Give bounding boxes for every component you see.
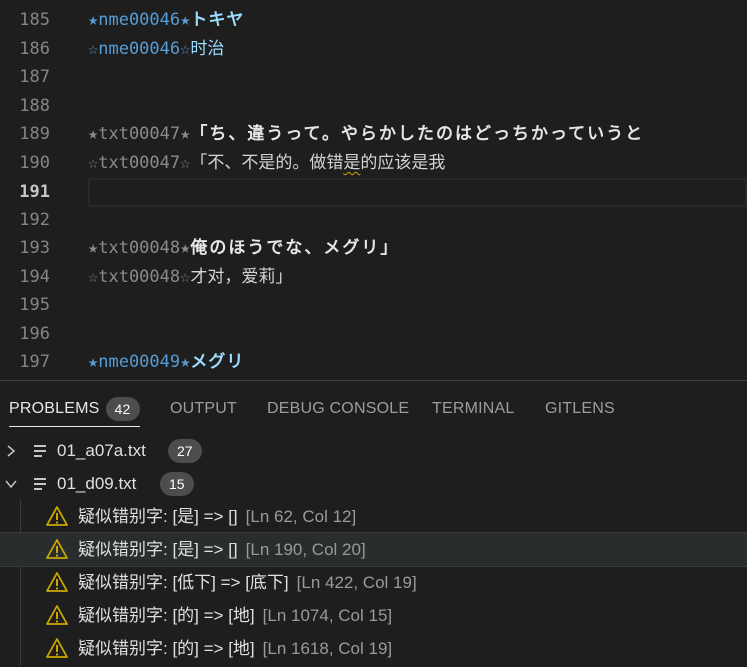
tab-gitlens[interactable]: GITLENS bbox=[545, 381, 615, 437]
tab-problems[interactable]: PROBLEMS 42 bbox=[9, 381, 140, 437]
problem-location: [Ln 422, Col 19] bbox=[296, 573, 417, 592]
problem-message: 疑似错别字: [是] => [] bbox=[78, 507, 238, 526]
chevron-down-icon[interactable] bbox=[4, 467, 18, 500]
problem-location: [Ln 190, Col 20] bbox=[245, 540, 366, 559]
spelling-squiggle: 是 bbox=[343, 153, 361, 173]
current-line-highlight bbox=[88, 178, 747, 207]
tab-debug-console[interactable]: DEBUG CONSOLE bbox=[267, 381, 409, 437]
problem-row[interactable]: 疑似错别字: [的] => [地] [Ln 1074, Col 15] bbox=[0, 599, 747, 632]
file-name: 01_d09.txt bbox=[57, 474, 137, 493]
line-number: 187 bbox=[19, 67, 50, 87]
line-number: 191 bbox=[19, 182, 50, 202]
problem-row[interactable]: 疑似错别字: [的] => [地] [Ln 1618, Col 19] bbox=[0, 632, 747, 665]
tab-output[interactable]: OUTPUT bbox=[170, 381, 237, 437]
line-content: ★nme00049★メグリ bbox=[88, 352, 245, 372]
line-number: 190 bbox=[19, 153, 50, 173]
line-number: 196 bbox=[19, 324, 50, 344]
code-line[interactable]: 196 bbox=[0, 320, 747, 349]
code-line[interactable]: 195 bbox=[0, 291, 747, 320]
warning-triangle-icon bbox=[46, 604, 68, 626]
code-line[interactable]: 194 ☆txt00048☆才对，爱莉」 bbox=[0, 263, 747, 292]
line-number: 189 bbox=[19, 124, 50, 144]
problem-row[interactable]: 疑似错别字: [是] => [] [Ln 62, Col 12] bbox=[0, 500, 747, 533]
problem-message: 疑似错别字: [是] => [] bbox=[78, 540, 238, 559]
line-number: 188 bbox=[19, 96, 50, 116]
file-name: 01_a07a.txt bbox=[57, 441, 146, 460]
file-lines-icon bbox=[34, 478, 46, 490]
line-number: 186 bbox=[19, 39, 50, 59]
file-lines-icon bbox=[34, 445, 46, 457]
chevron-right-icon[interactable] bbox=[4, 434, 18, 467]
problem-message: 疑似错别字: [低下] => [底下] bbox=[78, 573, 289, 592]
code-line[interactable]: 193 ★txt00048★俺のほうでな、メグリ」 bbox=[0, 234, 747, 263]
warning-triangle-icon bbox=[46, 538, 68, 560]
line-number: 185 bbox=[19, 10, 50, 30]
code-line[interactable]: 187 bbox=[0, 63, 747, 92]
problem-row[interactable]: 疑似错别字: [低下] => [底下] [Ln 422, Col 19] bbox=[0, 566, 747, 599]
problem-row[interactable]: 疑似错别字: [是] => [] [Ln 190, Col 20] bbox=[0, 532, 747, 567]
warning-triangle-icon bbox=[46, 571, 68, 593]
line-number: 195 bbox=[19, 295, 50, 315]
code-line[interactable]: 185 ★nme00046★トキヤ bbox=[0, 6, 747, 35]
line-content: ★txt00048★俺のほうでな、メグリ」 bbox=[88, 238, 400, 258]
line-content: ★txt00047★「ち、違うって。やらかしたのはどっちかっていうと bbox=[88, 124, 645, 144]
code-line[interactable]: 189 ★txt00047★「ち、違うって。やらかしたのはどっちかっていうと bbox=[0, 120, 747, 149]
line-number: 194 bbox=[19, 267, 50, 287]
editor[interactable]: 185 ★nme00046★トキヤ 186 ☆nme00046☆时治 187 1… bbox=[0, 0, 747, 380]
problem-location: [Ln 1618, Col 19] bbox=[262, 639, 393, 658]
problem-message: 疑似错别字: [的] => [地] bbox=[78, 606, 255, 625]
file-problem-count: 27 bbox=[168, 439, 202, 463]
code-line[interactable]: 188 bbox=[0, 92, 747, 121]
problems-count-badge: 42 bbox=[105, 396, 140, 421]
code-line[interactable]: 186 ☆nme00046☆时治 bbox=[0, 35, 747, 64]
file-group-row[interactable]: 01_d09.txt 15 bbox=[0, 467, 747, 500]
line-number: 197 bbox=[19, 352, 50, 372]
code-line[interactable]: 190 ☆txt00047☆「不、不是的。做错是的应该是我 bbox=[0, 149, 747, 178]
line-number: 192 bbox=[19, 210, 50, 230]
code-line[interactable]: 197 ★nme00049★メグリ bbox=[0, 348, 747, 377]
line-content: ★nme00046★トキヤ bbox=[88, 10, 245, 30]
problem-message: 疑似错别字: [的] => [地] bbox=[78, 639, 255, 658]
warning-triangle-icon bbox=[46, 637, 68, 659]
line-content: ☆txt00048☆才对，爱莉」 bbox=[88, 267, 293, 287]
file-problem-count: 15 bbox=[160, 472, 194, 496]
problem-location: [Ln 1074, Col 15] bbox=[262, 606, 393, 625]
line-content: ☆nme00046☆时治 bbox=[88, 39, 225, 59]
problem-location: [Ln 62, Col 12] bbox=[245, 507, 357, 526]
current-line[interactable]: 191 bbox=[0, 178, 747, 207]
line-number: 193 bbox=[19, 238, 50, 258]
code-line[interactable]: 192 bbox=[0, 206, 747, 235]
line-content: ☆txt00047☆「不、不是的。做错是的应该是我 bbox=[88, 153, 446, 173]
tab-terminal[interactable]: TERMINAL bbox=[432, 381, 515, 437]
warning-triangle-icon bbox=[46, 505, 68, 527]
file-group-row[interactable]: 01_a07a.txt 27 bbox=[0, 434, 747, 467]
